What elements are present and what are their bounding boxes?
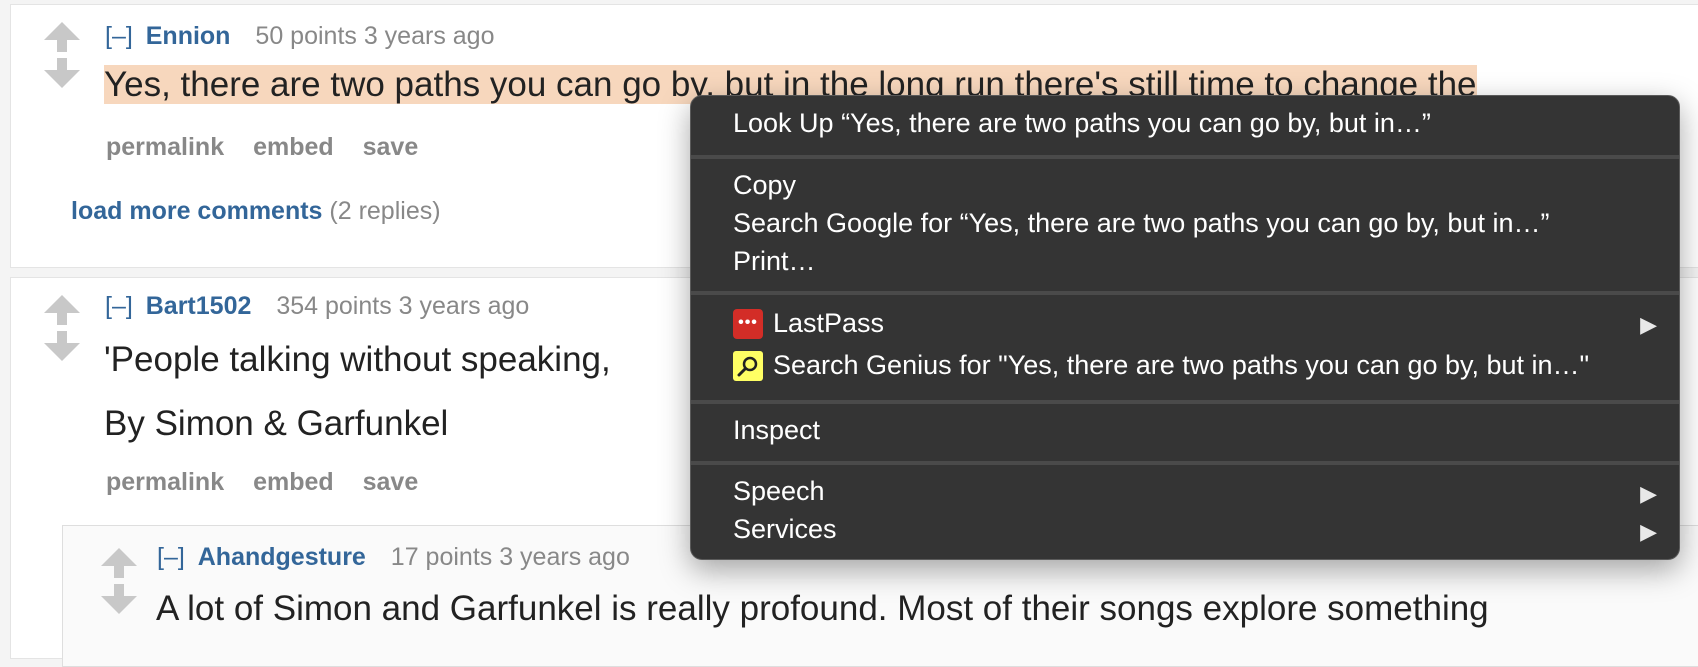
save-button[interactable]: save [363, 133, 419, 161]
menu-item-search-genius[interactable]: Search Genius for "Yes, there are two pa… [773, 350, 1589, 381]
comment-body-line1: 'People talking without speaking, [104, 340, 611, 379]
menu-item-speech[interactable]: Speech [733, 476, 825, 507]
menu-item-inspect[interactable]: Inspect [733, 415, 820, 446]
menu-separator [691, 291, 1679, 295]
embed-button[interactable]: embed [253, 133, 334, 161]
menu-separator [691, 400, 1679, 404]
vote-arrows [44, 22, 84, 102]
load-more-row: load more comments (2 replies) [71, 197, 441, 226]
submenu-arrow-icon: ▶ [1640, 481, 1657, 506]
vote-arrows [44, 295, 84, 375]
submenu-arrow-icon: ▶ [1640, 312, 1657, 337]
reply-count: (2 replies) [329, 197, 441, 225]
collapse-toggle[interactable]: [–] [105, 22, 133, 50]
menu-item-print[interactable]: Print… [733, 246, 816, 277]
embed-button[interactable]: embed [253, 468, 334, 496]
comment-body: A lot of Simon and Garfunkel is really p… [156, 589, 1489, 628]
comment-meta: 17 points 3 years ago [390, 543, 630, 571]
vote-arrows [101, 548, 141, 628]
comment-buttons: permalink embed save [106, 468, 440, 497]
magnifier-icon [733, 351, 763, 381]
collapse-toggle[interactable]: [–] [105, 292, 133, 320]
menu-item-copy[interactable]: Copy [733, 170, 796, 201]
permalink-button[interactable]: permalink [106, 133, 224, 161]
comment-tagline: [–] Ennion 50 points 3 years ago [105, 22, 494, 51]
author-link[interactable]: Ahandgesture [198, 543, 366, 571]
author-link[interactable]: Ennion [146, 22, 231, 50]
save-button[interactable]: save [363, 468, 419, 496]
load-more-comments-link[interactable]: load more comments [71, 197, 322, 225]
comment-buttons: permalink embed save [106, 133, 440, 162]
comment-tagline: [–] Bart1502 354 points 3 years ago [105, 292, 529, 321]
menu-separator [691, 155, 1679, 159]
comment-meta: 50 points 3 years ago [255, 22, 495, 50]
comment-meta: 354 points 3 years ago [276, 292, 530, 320]
comment-body-line2: By Simon & Garfunkel [104, 404, 449, 443]
comment-tagline: [–] Ahandgesture 17 points 3 years ago [157, 543, 630, 572]
menu-item-services[interactable]: Services [733, 514, 837, 545]
collapse-toggle[interactable]: [–] [157, 543, 185, 571]
lastpass-icon: ••• [733, 309, 763, 339]
menu-item-search-google[interactable]: Search Google for “Yes, there are two pa… [733, 208, 1549, 239]
menu-item-look-up[interactable]: Look Up “Yes, there are two paths you ca… [733, 108, 1431, 139]
submenu-arrow-icon: ▶ [1640, 519, 1657, 544]
context-menu: Look Up “Yes, there are two paths you ca… [690, 95, 1680, 560]
menu-item-lastpass[interactable]: LastPass [773, 308, 884, 339]
permalink-button[interactable]: permalink [106, 468, 224, 496]
author-link[interactable]: Bart1502 [146, 292, 252, 320]
menu-separator [691, 461, 1679, 465]
